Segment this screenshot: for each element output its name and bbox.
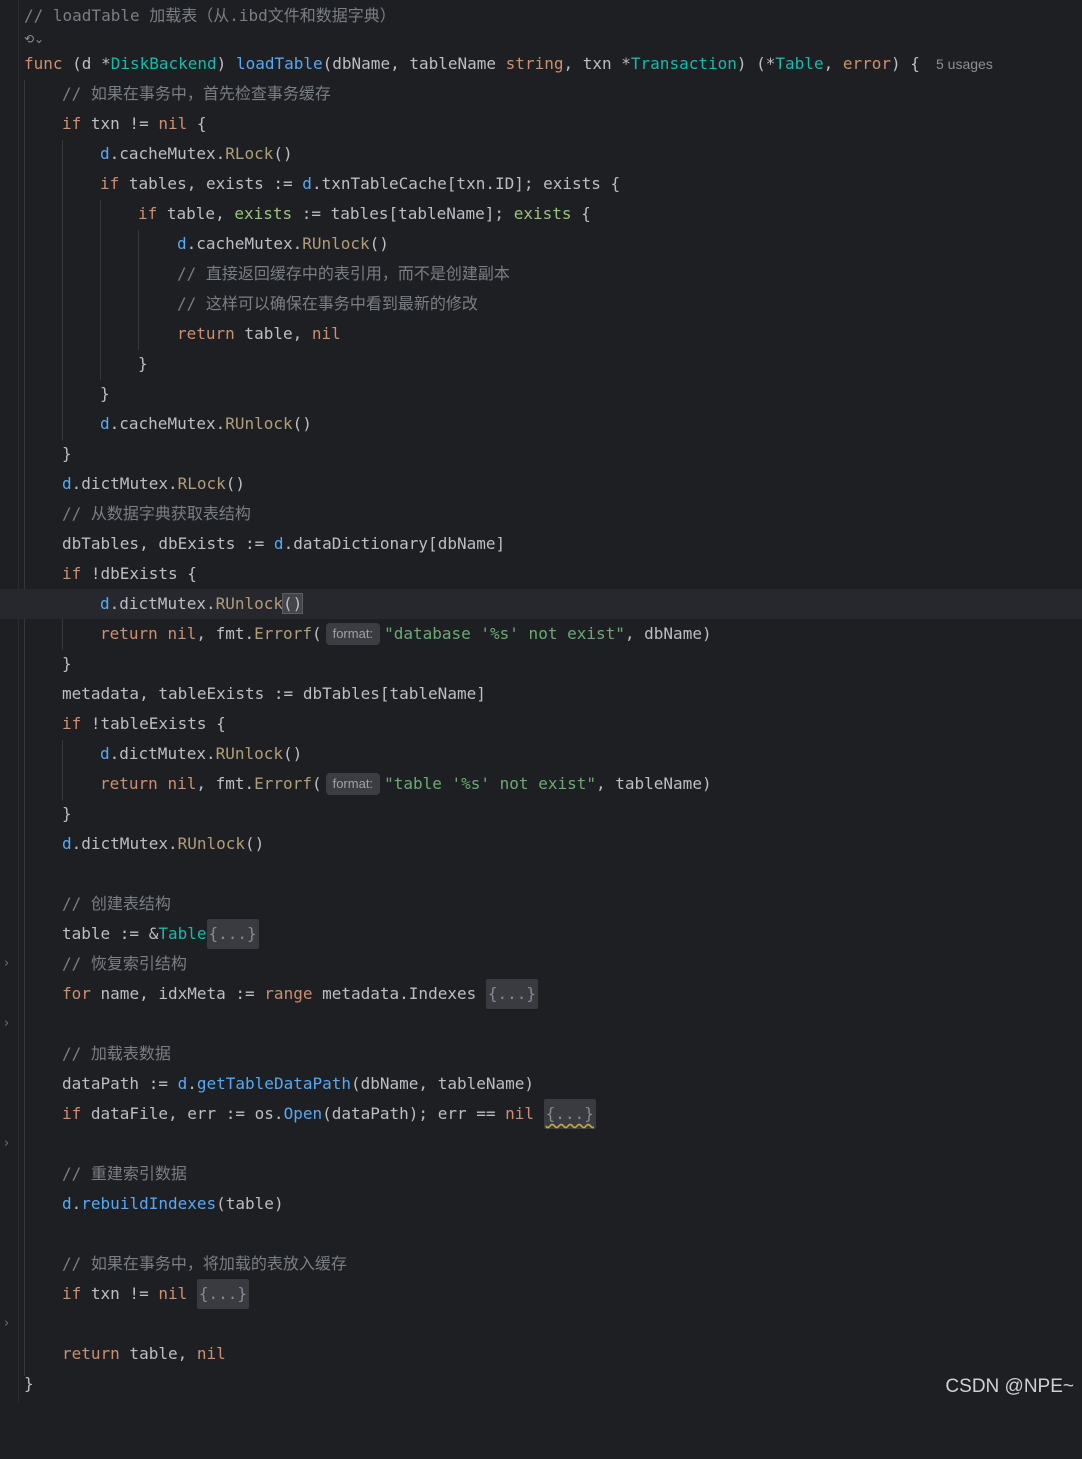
- code-text: }: [62, 654, 72, 673]
- folded-region[interactable]: {...}: [485, 979, 539, 1009]
- code-text: }: [138, 354, 148, 373]
- code-text: }: [62, 444, 72, 463]
- code-line[interactable]: d.cacheMutex.RLock(): [0, 139, 1082, 169]
- code-text: d.dictMutex.RLock(): [62, 474, 246, 493]
- code-text: d.dictMutex.RUnlock(): [100, 744, 303, 763]
- code-text: if dataFile, err := os.Open(dataPath); e…: [62, 1099, 596, 1129]
- code-line[interactable]: // 这样可以确保在事务中看到最新的修改: [0, 289, 1082, 319]
- code-line[interactable]: dbTables, dbExists := d.dataDictionary[d…: [0, 529, 1082, 559]
- ai-assistant-icon[interactable]: ⟲⌄: [24, 30, 44, 48]
- param-hint: format:: [325, 773, 381, 795]
- code-line[interactable]: › for name, idxMeta := range metadata.In…: [0, 979, 1082, 1031]
- code-line[interactable]: return nil, fmt.Errorf(format: "table '%s…: [0, 769, 1082, 799]
- code-line[interactable]: if table, exists := tables[tableName]; e…: [0, 199, 1082, 229]
- code-text: d.dictMutex.RUnlock(): [62, 834, 265, 853]
- code-editor[interactable]: // loadTable 加载表（从.ibd文件和数据字典） ⟲⌄ func (…: [0, 0, 1082, 1402]
- fold-chevron-icon[interactable]: ›: [4, 1309, 9, 1339]
- code-line[interactable]: › table := &Table {...}: [0, 919, 1082, 971]
- comment: // loadTable 加载表（从.ibd文件和数据字典）: [24, 6, 396, 25]
- code-line[interactable]: }: [0, 799, 1082, 829]
- code-line[interactable]: func (d *DiskBackend) loadTable(dbName, …: [0, 49, 1082, 79]
- code-line[interactable]: // 恢复索引结构: [0, 949, 1082, 979]
- code-line[interactable]: › if txn != nil {...}: [0, 1279, 1082, 1331]
- code-text: d.cacheMutex.RUnlock(): [100, 414, 312, 433]
- code-line[interactable]: }: [0, 379, 1082, 409]
- code-line[interactable]: // 创建表结构: [0, 889, 1082, 919]
- code-line[interactable]: // 如果在事务中，首先检查事务缓存: [0, 79, 1082, 109]
- code-line[interactable]: }: [0, 649, 1082, 679]
- comment: // 直接返回缓存中的表引用，而不是创建副本: [177, 264, 510, 283]
- code-line[interactable]: return table, nil: [0, 319, 1082, 349]
- code-line[interactable]: › if dataFile, err := os.Open(dataPath);…: [0, 1099, 1082, 1151]
- string-literal: "database '%s' not exist": [384, 624, 625, 643]
- usages-hint[interactable]: 5 usages: [936, 49, 993, 79]
- comment: // 如果在事务中，首先检查事务缓存: [62, 84, 331, 103]
- code-line[interactable]: d.cacheMutex.RUnlock(): [0, 229, 1082, 259]
- fold-chevron-icon[interactable]: ›: [4, 1129, 9, 1159]
- folded-region[interactable]: {...}: [206, 919, 259, 949]
- comment: // 从数据字典获取表结构: [62, 504, 251, 523]
- code-text: if !dbExists {: [62, 564, 197, 583]
- folded-region[interactable]: {...}: [196, 1279, 250, 1309]
- comment: // 恢复索引结构: [62, 954, 187, 973]
- folded-region[interactable]: {...}: [543, 1099, 596, 1129]
- code-text: table := &Table {...}: [62, 919, 259, 949]
- code-line[interactable]: if tables, exists := d.txnTableCache[txn…: [0, 169, 1082, 199]
- func-signature: func (d *DiskBackend) loadTable(dbName, …: [24, 54, 920, 73]
- code-text: }: [100, 384, 110, 403]
- code-line[interactable]: d.dictMutex.RLock(): [0, 469, 1082, 499]
- comment: // 这样可以确保在事务中看到最新的修改: [177, 294, 478, 313]
- fold-chevron-icon[interactable]: ›: [4, 1009, 9, 1039]
- code-text: if txn != nil {: [62, 114, 207, 133]
- code-line[interactable]: // 加载表数据: [0, 1039, 1082, 1069]
- code-line[interactable]: d.cacheMutex.RUnlock(): [0, 409, 1082, 439]
- code-text: dbTables, dbExists := d.dataDictionary[d…: [62, 534, 506, 553]
- code-line[interactable]: d.dictMutex.RUnlock(): [0, 829, 1082, 859]
- code-line[interactable]: return nil, fmt.Errorf(format: "database …: [0, 619, 1082, 649]
- code-line[interactable]: }: [0, 349, 1082, 379]
- code-text: if !tableExists {: [62, 714, 226, 733]
- code-text: if table, exists := tables[tableName]; e…: [138, 204, 591, 223]
- code-text: }: [62, 804, 72, 823]
- code-text: return table, nil: [62, 1344, 226, 1363]
- code-text: return nil, fmt.Errorf(format: "database …: [100, 623, 712, 645]
- code-line[interactable]: }: [0, 439, 1082, 469]
- code-text: dataPath := d.getTableDataPath(dbName, t…: [62, 1074, 535, 1093]
- code-line[interactable]: // 重建索引数据: [0, 1159, 1082, 1189]
- code-text: }: [24, 1374, 34, 1393]
- comment: // 重建索引数据: [62, 1164, 187, 1183]
- code-line[interactable]: // loadTable 加载表（从.ibd文件和数据字典）: [0, 1, 1082, 31]
- comment: // 如果在事务中，将加载的表放入缓存: [62, 1254, 347, 1273]
- code-text: d.dictMutex.RUnlock(): [100, 593, 304, 614]
- code-line[interactable]: // 如果在事务中，将加载的表放入缓存: [0, 1249, 1082, 1279]
- current-code-line[interactable]: d.dictMutex.RUnlock(): [0, 589, 1082, 619]
- code-text: d.rebuildIndexes(table): [62, 1194, 284, 1213]
- param-hint: format:: [325, 623, 381, 645]
- code-text: for name, idxMeta := range metadata.Inde…: [62, 979, 539, 1009]
- code-line[interactable]: // 从数据字典获取表结构: [0, 499, 1082, 529]
- string-literal: "table '%s' not exist": [384, 774, 596, 793]
- code-line[interactable]: dataPath := d.getTableDataPath(dbName, t…: [0, 1069, 1082, 1099]
- code-line[interactable]: d.rebuildIndexes(table): [0, 1189, 1082, 1219]
- code-line[interactable]: if !dbExists {: [0, 559, 1082, 589]
- code-line[interactable]: // 直接返回缓存中的表引用，而不是创建副本: [0, 259, 1082, 289]
- comment: // 加载表数据: [62, 1044, 171, 1063]
- comment: // 创建表结构: [62, 894, 171, 913]
- code-text: if txn != nil {...}: [62, 1279, 250, 1309]
- code-text: metadata, tableExists := dbTables[tableN…: [62, 684, 486, 703]
- code-line[interactable]: d.dictMutex.RUnlock(): [0, 739, 1082, 769]
- code-text: return nil, fmt.Errorf(format: "table '%s…: [100, 773, 712, 795]
- watermark: CSDN @NPE~: [945, 1376, 1074, 1397]
- code-text: d.cacheMutex.RUnlock(): [177, 234, 389, 253]
- code-text: d.cacheMutex.RLock(): [100, 144, 293, 163]
- code-line[interactable]: return table, nil: [0, 1339, 1082, 1369]
- code-line[interactable]: }: [0, 1369, 1082, 1399]
- code-line[interactable]: if txn != nil {: [0, 109, 1082, 139]
- code-text: if tables, exists := d.txnTableCache[txn…: [100, 174, 621, 193]
- code-line[interactable]: metadata, tableExists := dbTables[tableN…: [0, 679, 1082, 709]
- code-line[interactable]: if !tableExists {: [0, 709, 1082, 739]
- code-text: return table, nil: [177, 324, 341, 343]
